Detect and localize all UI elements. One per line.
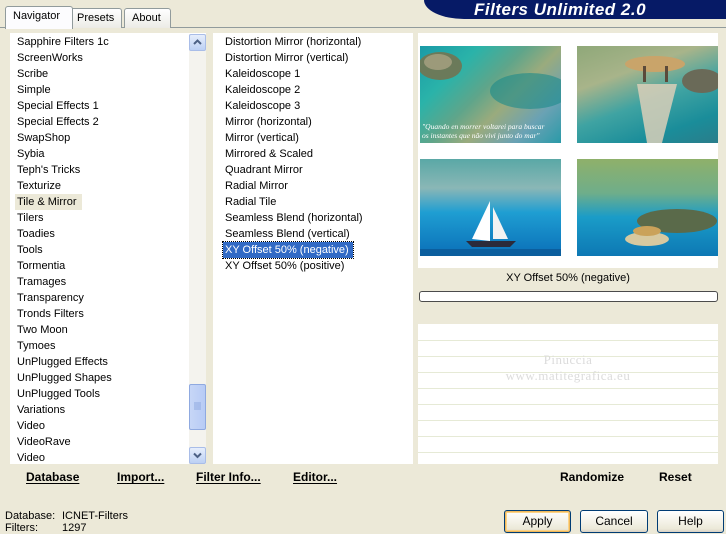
randomize-button[interactable]: Randomize <box>560 470 624 484</box>
pier-image <box>625 56 718 143</box>
divider <box>418 420 718 421</box>
category-list-item[interactable]: Teph's Tricks <box>15 162 187 178</box>
filter-list-item[interactable]: XY Offset 50% (positive) <box>223 258 408 274</box>
category-list-item[interactable]: Tramages <box>15 274 187 290</box>
watermark-line-2: www.matitegrafica.eu <box>505 368 631 383</box>
filter-list-item[interactable]: Distortion Mirror (vertical) <box>223 50 408 66</box>
filter-list-item[interactable]: Kaleidoscope 1 <box>223 66 408 82</box>
category-list-item[interactable]: Simple <box>15 82 187 98</box>
cancel-button[interactable]: Cancel <box>580 510 648 533</box>
category-list-item[interactable]: Tormentia <box>15 258 187 274</box>
category-list-item[interactable]: Tronds Filters <box>15 306 187 322</box>
category-list-item[interactable]: Tilers <box>15 210 187 226</box>
thumbnail-caption: "Quando en morrer voltarei para buscar o… <box>422 122 544 140</box>
grip-icon <box>194 402 201 410</box>
filter-list-item[interactable]: Mirrored & Scaled <box>223 146 408 162</box>
category-list-item[interactable]: Tymoes <box>15 338 187 354</box>
caption-line-1: "Quando en morrer voltarei para buscar <box>422 122 545 131</box>
progress-bar <box>419 291 718 302</box>
filter-list-item[interactable]: Distortion Mirror (horizontal) <box>223 34 408 50</box>
preview-filter-name: XY Offset 50% (negative) <box>506 272 630 284</box>
filter-list-item[interactable]: Radial Mirror <box>223 178 408 194</box>
tab-presets-label: Presets <box>77 12 115 24</box>
category-list-item[interactable]: Scribe <box>15 66 187 82</box>
category-list-item[interactable]: ScreenWorks <box>15 50 187 66</box>
divider <box>418 388 718 389</box>
category-list-item[interactable]: UnPlugged Shapes <box>15 370 187 386</box>
preview-thumbnail-1: "Quando en morrer voltarei para buscar o… <box>420 46 561 143</box>
filter-list-item[interactable]: Seamless Blend (horizontal) <box>223 210 408 226</box>
scroll-down-button[interactable] <box>189 447 206 464</box>
import-button[interactable]: Import... <box>117 470 164 484</box>
category-list-item[interactable]: Sybia <box>15 146 187 162</box>
caption-line-2: os instantes que não vivi junto do mar" <box>422 131 540 140</box>
category-list-item[interactable]: Transparency <box>15 290 187 306</box>
category-list-item[interactable]: SwapShop <box>15 130 187 146</box>
database-button[interactable]: Database <box>26 470 79 484</box>
filter-list-item[interactable]: Mirror (horizontal) <box>223 114 408 130</box>
divider <box>418 452 718 453</box>
category-list-item[interactable]: Tools <box>15 242 187 258</box>
divider <box>418 404 718 405</box>
tab-presets[interactable]: Presets <box>69 8 122 28</box>
category-list-item[interactable]: Sapphire Filters 1c <box>15 34 187 50</box>
filter-list-item[interactable]: Radial Tile <box>223 194 408 210</box>
apply-button[interactable]: Apply <box>504 510 571 533</box>
chevron-up-icon <box>193 39 202 45</box>
watermark: Pinuccia www.matitegrafica.eu <box>418 352 718 384</box>
filter-list-item[interactable]: Seamless Blend (vertical) <box>223 226 408 242</box>
tab-about-label: About <box>132 12 161 24</box>
filter-list-item[interactable]: Kaleidoscope 2 <box>223 82 408 98</box>
filter-list[interactable]: Distortion Mirror (horizontal) Distortion… <box>222 34 408 274</box>
divider <box>418 436 718 437</box>
filter-list-item[interactable]: Kaleidoscope 3 <box>223 98 408 114</box>
divider <box>418 340 718 341</box>
category-list-item[interactable]: Special Effects 2 <box>15 114 187 130</box>
category-list-item[interactable]: VideoRave <box>15 434 187 450</box>
category-list-item[interactable]: Two Moon <box>15 322 187 338</box>
filter-list-item[interactable]: XY Offset 50% (negative) <box>222 241 354 259</box>
preview-thumbnail-4 <box>577 159 718 256</box>
category-list-item[interactable]: Toadies <box>15 226 187 242</box>
status-database-value: ICNET-Filters <box>62 510 128 522</box>
filter-info-button[interactable]: Filter Info... <box>196 470 261 484</box>
status-filters-label: Filters: <box>5 522 38 534</box>
category-list[interactable]: Sapphire Filters 1c ScreenWorks Scribe Simp… <box>15 34 187 466</box>
watermark-line-1: Pinuccia <box>543 352 593 367</box>
category-list-item[interactable]: Video <box>15 418 187 434</box>
chevron-down-icon <box>193 452 202 459</box>
island-image <box>625 209 717 246</box>
category-list-item[interactable]: Variations <box>15 402 187 418</box>
preview-thumbnail-3 <box>420 159 561 256</box>
status-filters-value: 1297 <box>62 522 87 534</box>
category-list-item[interactable]: UnPlugged Tools <box>15 386 187 402</box>
tab-navigator-label: Navigator <box>13 10 61 22</box>
category-list-item[interactable]: Texturize <box>15 178 187 194</box>
sailboat-image <box>420 201 561 256</box>
status-database-label: Database: <box>5 510 56 522</box>
editor-button[interactable]: Editor... <box>293 470 337 484</box>
tab-about[interactable]: About <box>124 8 171 28</box>
filter-list-item[interactable]: Mirror (vertical) <box>223 130 408 146</box>
scroll-up-button[interactable] <box>189 34 206 51</box>
filter-list-item[interactable]: Quadrant Mirror <box>223 162 408 178</box>
tab-navigator[interactable]: Navigator <box>5 6 73 29</box>
category-list-item[interactable]: UnPlugged Effects <box>15 354 187 370</box>
category-list-item[interactable]: Tile & Mirror <box>15 194 83 210</box>
category-list-item[interactable]: Special Effects 1 <box>15 98 187 114</box>
help-button[interactable]: Help <box>657 510 724 533</box>
preview-thumbnail-2 <box>577 46 718 143</box>
reset-button[interactable]: Reset <box>659 470 692 484</box>
app-title: Filters Unlimited 2.0 <box>474 0 647 19</box>
scrollbar-thumb[interactable] <box>189 384 206 430</box>
